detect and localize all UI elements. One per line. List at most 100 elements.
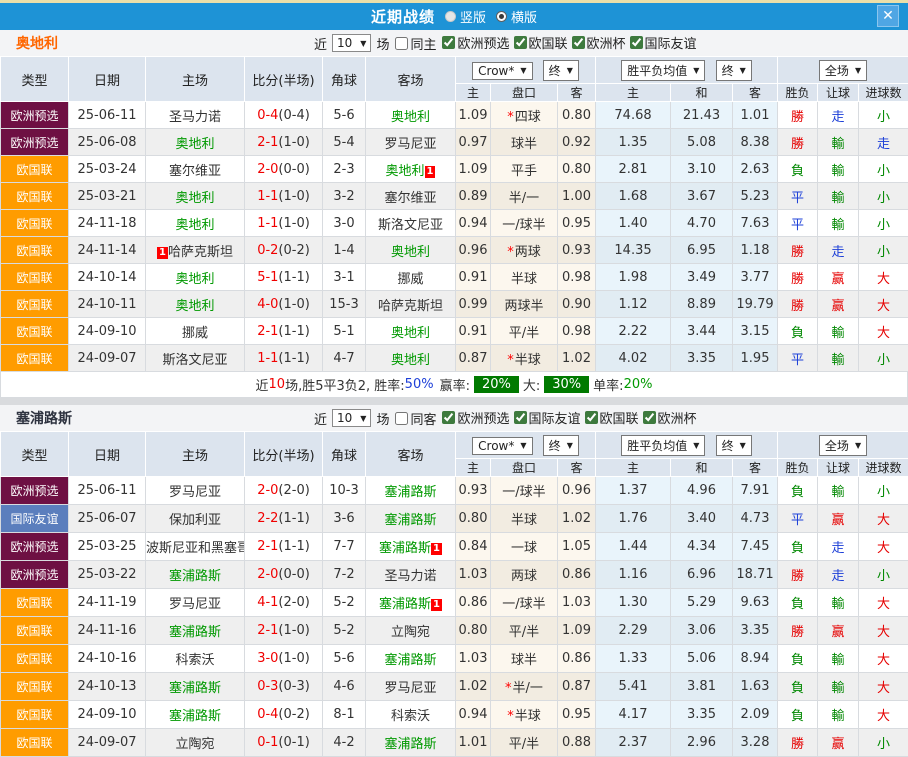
away-odds-cell: 1.03 bbox=[558, 589, 596, 617]
team-name-text: 奥地利 bbox=[391, 245, 430, 260]
final-odds-dropdown[interactable]: 终▼ bbox=[543, 435, 579, 456]
match-count-select[interactable]: 10 ▼ bbox=[332, 409, 371, 427]
league-checkbox[interactable] bbox=[572, 36, 585, 49]
layout-radio-vertical[interactable]: 竖版 bbox=[445, 7, 486, 26]
col-header-corner: 角球 bbox=[323, 432, 366, 477]
league-filter[interactable]: 欧国联 bbox=[510, 33, 568, 52]
league-filter[interactable]: 欧洲杯 bbox=[568, 33, 626, 52]
home-team-cell: 斯洛文尼亚 bbox=[146, 345, 245, 372]
match-count-select[interactable]: 10 ▼ bbox=[332, 34, 371, 52]
league-label[interactable]: 欧洲预选 bbox=[457, 408, 509, 427]
result-handicap-cell: 赢 bbox=[818, 729, 859, 757]
league-label[interactable]: 国际友谊 bbox=[529, 408, 581, 427]
same-venue-filter[interactable]: 同主 bbox=[391, 34, 436, 53]
avg-away-cell: 9.63 bbox=[733, 589, 778, 617]
handicap-cell: 一/球半 bbox=[491, 210, 558, 237]
result-goals-cell: 大 bbox=[859, 533, 908, 561]
league-label[interactable]: 国际友谊 bbox=[645, 33, 697, 52]
avg-home-cell: 1.68 bbox=[596, 183, 671, 210]
home-odds-cell: 0.80 bbox=[456, 505, 491, 533]
score-cell: 0-2(0-2) bbox=[245, 237, 323, 264]
avg-home-cell: 4.17 bbox=[596, 701, 671, 729]
table-row: 国际友谊25-06-07保加利亚2-2(1-1)3-6塞浦路斯0.80半球1.0… bbox=[1, 505, 908, 533]
away-team-cell: 奥地利 bbox=[366, 237, 456, 264]
league-checkbox[interactable] bbox=[630, 36, 643, 49]
table-row: 欧国联24-09-07立陶宛0-1(0-1)4-2塞浦路斯1.01平/半0.88… bbox=[1, 729, 908, 757]
away-odds-cell: 0.80 bbox=[558, 156, 596, 183]
corners-cell: 4-6 bbox=[323, 673, 366, 701]
league-filter[interactable]: 欧洲预选 bbox=[438, 408, 509, 427]
same-venue-filter[interactable]: 同客 bbox=[391, 409, 436, 428]
radio-horizontal-label[interactable]: 横版 bbox=[511, 7, 537, 26]
final-avg-dropdown[interactable]: 终▼ bbox=[716, 435, 752, 456]
team-name-text: 哈萨克斯坦 bbox=[378, 299, 443, 314]
home-odds-cell: 0.94 bbox=[456, 210, 491, 237]
league-label[interactable]: 欧洲预选 bbox=[457, 33, 509, 52]
wdl-average-dropdown[interactable]: 胜平负均值▼ bbox=[621, 435, 705, 456]
table-row: 欧国联24-09-10塞浦路斯0-4(0-2)8-1科索沃0.94*半球0.95… bbox=[1, 701, 908, 729]
away-odds-cell: 1.02 bbox=[558, 505, 596, 533]
radio-selected-icon[interactable] bbox=[496, 11, 507, 22]
section-divider bbox=[0, 398, 908, 405]
league-filter[interactable]: 国际友谊 bbox=[510, 408, 581, 427]
corners-cell: 5-1 bbox=[323, 318, 366, 345]
result-goals-cell: 小 bbox=[859, 729, 908, 757]
league-label[interactable]: 欧洲杯 bbox=[658, 408, 697, 427]
league-filter[interactable]: 欧洲预选 bbox=[438, 33, 509, 52]
league-checkbox[interactable] bbox=[514, 36, 527, 49]
date-cell: 24-11-19 bbox=[69, 589, 146, 617]
home-team-cell: 罗马尼亚 bbox=[146, 477, 245, 505]
league-label[interactable]: 欧国联 bbox=[600, 408, 639, 427]
table-row: 欧国联25-03-21奥地利1-1(1-0)3-2塞尔维亚0.89半/一1.00… bbox=[1, 183, 908, 210]
league-checkbox[interactable] bbox=[442, 411, 455, 424]
result-goals-cell: 大 bbox=[859, 617, 908, 645]
handicap-cell: 球半 bbox=[491, 645, 558, 673]
bookmaker-dropdown[interactable]: Crow*▼ bbox=[472, 437, 532, 455]
col-header-type: 类型 bbox=[1, 57, 69, 102]
fulltime-score: 2-1 bbox=[257, 623, 278, 638]
league-checkbox[interactable] bbox=[585, 411, 598, 424]
team-name-text: 罗马尼亚 bbox=[384, 681, 436, 696]
league-checkbox[interactable] bbox=[514, 411, 527, 424]
league-label[interactable]: 欧国联 bbox=[529, 33, 568, 52]
close-button[interactable]: ✕ bbox=[877, 5, 899, 27]
summary-asian-badge: 20% bbox=[474, 376, 519, 393]
fullmatch-dropdown[interactable]: 全场▼ bbox=[819, 435, 867, 456]
radio-vertical-label[interactable]: 竖版 bbox=[460, 7, 486, 26]
halftime-score: (1-1) bbox=[278, 351, 309, 366]
league-filter[interactable]: 国际友谊 bbox=[626, 33, 697, 52]
layout-radio-horizontal[interactable]: 横版 bbox=[496, 7, 537, 26]
away-odds-cell: 1.09 bbox=[558, 617, 596, 645]
col-header-score: 比分(半场) bbox=[245, 432, 323, 477]
home-team-cell: 奥地利 bbox=[146, 210, 245, 237]
star-icon: * bbox=[507, 245, 514, 260]
same-venue-label[interactable]: 同主 bbox=[410, 34, 436, 53]
league-filter[interactable]: 欧洲杯 bbox=[639, 408, 697, 427]
avg-away-cell: 8.38 bbox=[733, 129, 778, 156]
same-venue-label[interactable]: 同客 bbox=[410, 409, 436, 428]
home-odds-cell: 1.09 bbox=[456, 156, 491, 183]
home-odds-cell: 0.87 bbox=[456, 345, 491, 372]
bookmaker-dropdown[interactable]: Crow*▼ bbox=[472, 62, 532, 80]
score-cell: 2-1(1-0) bbox=[245, 617, 323, 645]
final-odds-dropdown[interactable]: 终▼ bbox=[543, 60, 579, 81]
avg-group-header: 胜平负均值▼ 终▼ bbox=[596, 432, 778, 459]
fullmatch-dropdown[interactable]: 全场▼ bbox=[819, 60, 867, 81]
team-name: 奥地利 bbox=[16, 33, 58, 53]
league-filter[interactable]: 欧国联 bbox=[581, 408, 639, 427]
result-wl-cell: 負 bbox=[778, 701, 818, 729]
league-label[interactable]: 欧洲杯 bbox=[587, 33, 626, 52]
same-venue-checkbox[interactable] bbox=[395, 37, 408, 50]
fulltime-score: 0-4 bbox=[257, 707, 278, 722]
corners-cell: 1-4 bbox=[323, 237, 366, 264]
league-checkbox[interactable] bbox=[643, 411, 656, 424]
final-avg-dropdown[interactable]: 终▼ bbox=[716, 60, 752, 81]
date-cell: 25-06-11 bbox=[69, 477, 146, 505]
away-odds-cell: 1.05 bbox=[558, 533, 596, 561]
radio-unselected-icon[interactable] bbox=[445, 11, 456, 22]
wdl-average-dropdown[interactable]: 胜平负均值▼ bbox=[621, 60, 705, 81]
handicap-cell: 一球 bbox=[491, 533, 558, 561]
same-venue-checkbox[interactable] bbox=[395, 412, 408, 425]
league-checkbox[interactable] bbox=[442, 36, 455, 49]
home-odds-cell: 0.96 bbox=[456, 237, 491, 264]
